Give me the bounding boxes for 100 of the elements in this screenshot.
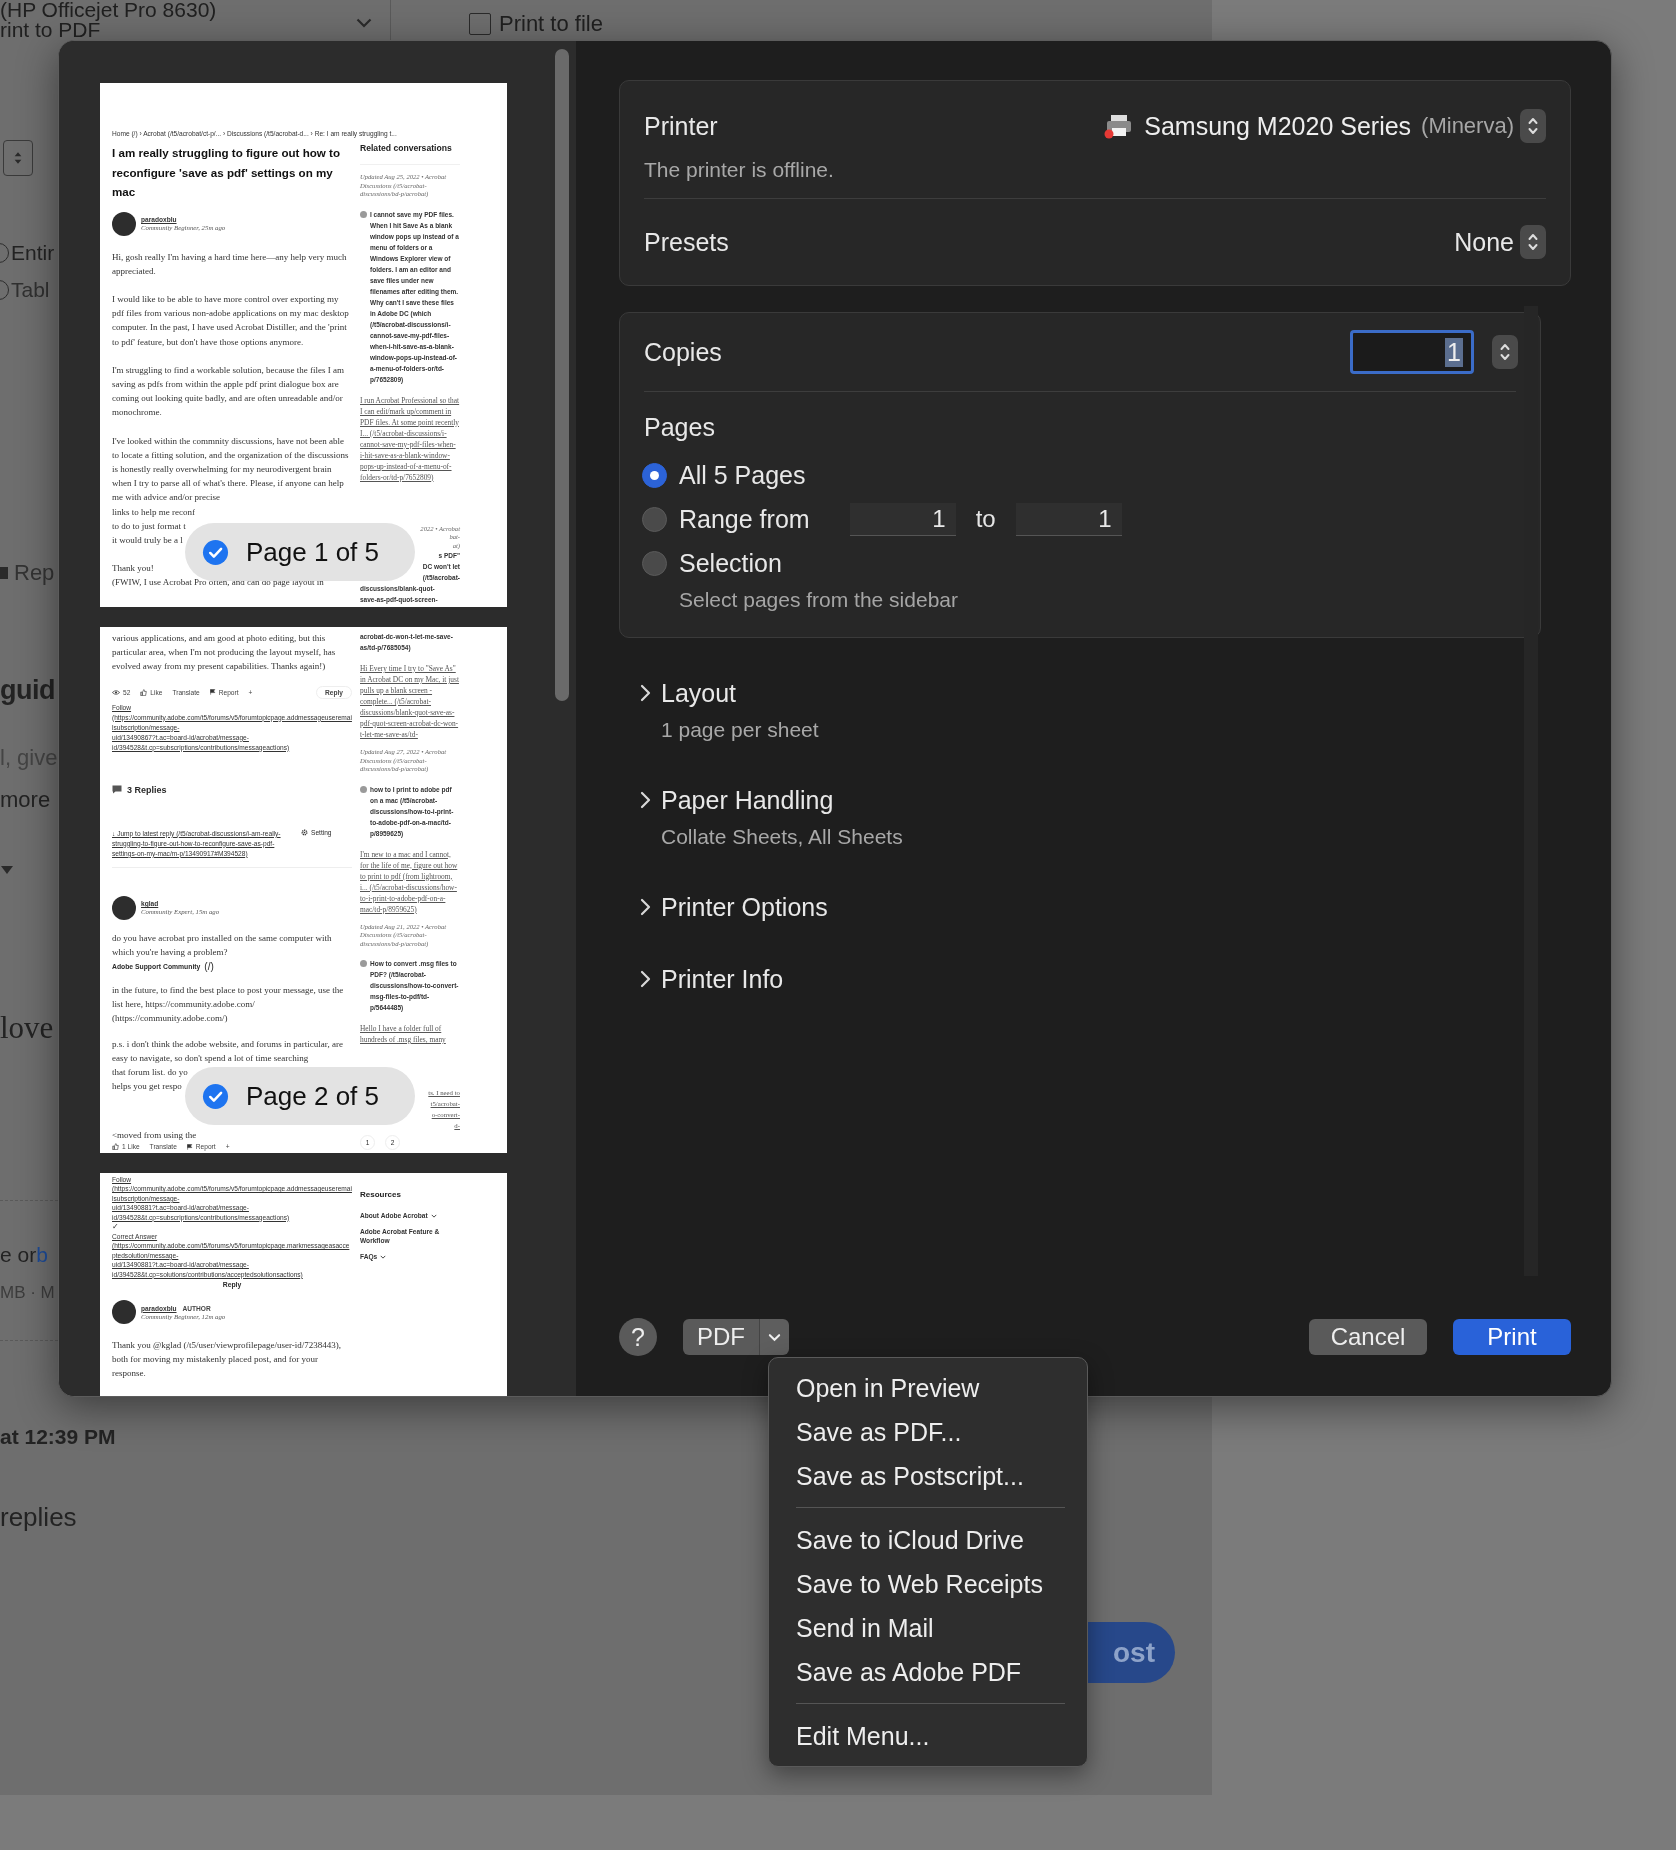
chevron-down-icon[interactable] [356,18,372,28]
post-text-line: to do to just format t [112,519,186,533]
radio-button[interactable] [642,506,667,532]
post-paragraph: in the future, to find the best place to post your message, use the list here, https://community.adobe.com/ (https://community.adobe.com/) [112,984,345,1026]
menu-item[interactable]: Save to iCloud Drive [769,1518,1087,1562]
pdf-menu-button[interactable] [759,1319,789,1355]
checkmark-icon[interactable] [202,538,229,566]
page-thumbnail[interactable] [100,83,507,607]
menu-item[interactable]: Save to Web Receipts [769,1562,1087,1606]
background-text: at 12:39 PM [0,1424,116,1450]
status-icon [360,210,367,218]
post-title: I am really struggling to figure out how to reconfigure 'save as pdf' settings on my mac [112,145,341,200]
background-text: replies [0,1501,77,1533]
sidebar-heading: Related conversations [360,143,460,165]
chevron-right-icon[interactable] [639,684,651,702]
section-summary: Collate Sheets, All Sheets [661,824,904,850]
post-paragraph: I'm struggling to find a workable solution, because the files I am saving as pdfs from within the apple pdf print dialogue box are coming out looking quite badly, and are often unreadable and/or monochrome. [112,363,346,420]
presets-value[interactable]: None [1454,227,1514,257]
range-from-field[interactable]: 1 [849,502,956,536]
pdf-button[interactable]: PDF [683,1319,759,1355]
chevron-down-icon [380,1254,387,1259]
section-summary: 1 page per sheet [661,717,820,743]
post-paragraph: Hi, gosh really I'm having a hard time here—any help very much appreciated. [112,250,348,278]
eye-icon [112,689,120,695]
printer-status: The printer is offline. [644,158,1546,199]
menu-item[interactable]: Open in Preview [769,1366,1087,1410]
radio-label[interactable]: All 5 Pages [679,460,806,490]
section-title[interactable]: Printer Options [661,892,828,922]
menu-item[interactable]: Save as PDF... [769,1410,1087,1454]
avatar [112,211,136,236]
checkbox[interactable] [469,13,491,35]
menu-item[interactable]: Save as Postscript... [769,1454,1087,1498]
checkmark-icon[interactable] [202,1082,229,1110]
chevron-right-icon[interactable] [639,970,651,988]
section-title[interactable]: Printer Info [661,964,784,994]
up-down-chevron-icon [1527,115,1539,137]
print-button[interactable]: Print [1453,1319,1571,1355]
radio-label[interactable]: Range from [679,504,810,534]
post-paragraph: various applications, and am good at photo editing, but this particular area, when I'm not producing the layout myself, has evolved away from my present capabilities. Thanks again!) [112,632,337,674]
post-paragraph: Thank you @kglad (/t5/user/viewprofilepage/user-id/7238443), both for moving my mistakenly placed post, and for your response. [112,1339,343,1381]
square-icon [0,567,8,579]
gear-icon [301,828,308,836]
post-text-line: links to help me reconf [112,505,195,519]
page-label: Page 1 of 5 [246,536,379,568]
radio-button[interactable] [642,462,667,488]
pages-label: Pages [644,414,716,440]
background-text: Tabl [11,277,50,303]
avatar [112,895,136,920]
page-thumbnail[interactable] [100,627,507,1153]
post-text-line: it would truly be a l [112,533,183,547]
replies-heading: 3 Replies [127,784,167,795]
check-mark: ✓ [112,1222,120,1233]
avatar [112,1300,136,1325]
flag-icon [186,1143,193,1150]
copies-field[interactable]: 1 [1350,330,1474,374]
cancel-button[interactable]: Cancel [1309,1319,1427,1355]
stepper-button[interactable] [1492,335,1518,369]
radio-label[interactable]: Selection [679,548,782,578]
background-text: Entir [11,240,55,266]
stepper-button[interactable] [1520,225,1546,259]
post-text-line: helps you get respo [112,1080,182,1094]
selection-hint: Select pages from the sidebar [679,587,959,613]
chevron-down-icon [430,1213,437,1218]
section-title[interactable]: Layout [661,678,737,708]
page-label: Page 2 of 5 [246,1080,379,1112]
status-icon [360,785,367,793]
copies-label: Copies [644,337,722,367]
menu-item[interactable]: Edit Menu... [769,1714,1087,1758]
stepper-button[interactable] [1520,109,1546,143]
chevron-right-icon[interactable] [639,791,651,809]
post-paragraph: do you have acrobat pro installed on the same computer with which you're having a problem? [112,931,333,959]
sidebar-heading: Resources [360,1189,402,1201]
chevron-right-icon[interactable] [639,898,651,916]
background-text: guid [0,674,55,707]
caret-icon[interactable] [0,864,14,876]
presets-label: Presets [644,227,729,257]
printer-option: rint to PDF [0,20,217,40]
range-to-field[interactable]: 1 [1015,502,1122,536]
up-down-chevron-icon [1527,231,1539,253]
section-title[interactable]: Paper Handling [661,785,834,815]
help-button[interactable]: ? [619,1318,657,1356]
printer-popup[interactable]: Samsung M2020 Series (Minerva) [1104,111,1514,141]
post-paragraph: <moved from using the [112,1129,198,1142]
post-paragraph: I would like to be able to have more control over exporting my pdf files from various non-adobe applications on my mac desktop computer. In the past, I have used Acrobat Distiller, and the 'print to pdf' feature, but don't have those options anymore. [112,292,350,349]
thumbs-up-icon [140,688,148,696]
scrollbar[interactable] [555,49,569,701]
thumbs-up-icon [112,1143,119,1151]
background-text: more [0,786,51,814]
radio-button[interactable] [642,550,667,576]
background-text: Rep [14,559,55,587]
range-to-label: to [975,505,996,533]
printer-option: (HP Officejet Pro 8630) [0,0,217,20]
status-icon [360,960,367,967]
chevron-down-icon [768,1332,781,1342]
post-paragraph: Thank you! [112,562,155,576]
page-thumbnail[interactable] [100,1173,507,1396]
site-link: (/) [204,961,214,972]
background-text: love [0,1009,54,1047]
background-text: e or [0,1242,37,1268]
flag-icon [209,689,216,696]
